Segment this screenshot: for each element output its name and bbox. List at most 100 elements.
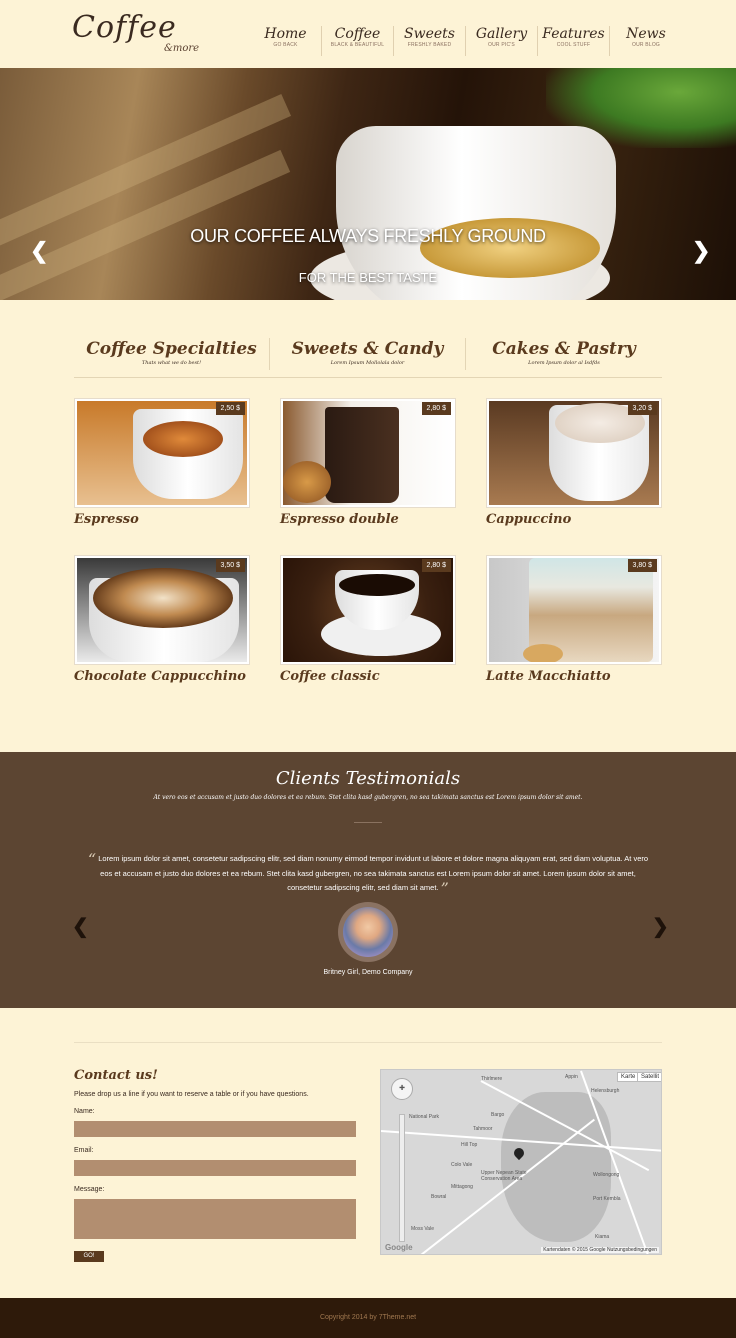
- product-image-frame: 2,80 $: [280, 555, 456, 665]
- nav-subtitle: OUR PIC'S: [488, 42, 515, 48]
- category-tabs: Coffee Specialties Thats what we do best…: [74, 338, 662, 378]
- product-price: 2,80 $: [421, 559, 451, 572]
- map-label: Colo Vale: [451, 1162, 473, 1168]
- product-price: 2,80 $: [421, 402, 451, 415]
- product-card-cappuccino[interactable]: 3,20 $ Cappuccino: [486, 398, 662, 527]
- nav-item-news[interactable]: News OUR BLOG: [610, 26, 682, 56]
- map-label: Appin: [565, 1074, 578, 1080]
- nav-subtitle: GO BACK: [273, 42, 298, 48]
- product-name: Cappuccino: [486, 512, 572, 527]
- avatar: [338, 902, 398, 962]
- product-price: 3,80 $: [627, 559, 657, 572]
- product-image-frame: 3,20 $: [486, 398, 662, 508]
- product-card-espresso-double[interactable]: 2,80 $ Espresso double: [280, 398, 456, 527]
- message-field[interactable]: [74, 1199, 356, 1239]
- product-image: [77, 558, 247, 662]
- testimonial-next-icon[interactable]: ❯: [652, 914, 669, 939]
- submit-button[interactable]: GO!: [74, 1251, 104, 1262]
- testimonial-quote: “ Lorem ipsum dolor sit amet, consetetur…: [84, 850, 652, 898]
- logo-text: Coffee: [72, 10, 177, 45]
- map-type-karte-button[interactable]: Karte: [617, 1072, 640, 1082]
- nav-item-features[interactable]: Features COOL STUFF: [538, 26, 610, 56]
- quote-close-icon: ”: [440, 879, 449, 898]
- hero-title: OUR COFFEE ALWAYS FRESHLY GROUND: [190, 226, 546, 246]
- map-label: Mittagong: [451, 1184, 473, 1190]
- product-price: 3,20 $: [627, 402, 657, 415]
- map-label: Bargo: [491, 1112, 505, 1118]
- category-sweets-candy[interactable]: Sweets & Candy Lorem Ipsum Mollolala dol…: [270, 338, 466, 370]
- site-footer: Copyright 2014 by 7Theme.net: [0, 1298, 736, 1338]
- map-label: Hill Top: [461, 1142, 478, 1148]
- map-label: Helensburgh: [591, 1088, 620, 1094]
- nav-item-gallery[interactable]: Gallery OUR PIC'S: [466, 26, 538, 56]
- footer-copyright: Copyright 2014 by 7Theme.net: [319, 1314, 417, 1321]
- map-attribution[interactable]: Kartendaten © 2015 Google Nutzungsbeding…: [541, 1247, 659, 1253]
- nav-item-sweets[interactable]: Sweets FRESHLY BAKED: [394, 26, 466, 56]
- location-map[interactable]: ✚ Karte Satellit Thirlmere Appin Helensb…: [380, 1069, 662, 1255]
- map-label: Kiama: [595, 1234, 610, 1240]
- product-card-latte-macchiatto[interactable]: 3,80 $ Latte Macchiatto: [486, 555, 662, 684]
- email-label: Email:: [74, 1147, 94, 1154]
- testimonials-section: Clients Testimonials At vero eos et accu…: [0, 752, 736, 1008]
- map-zoom-slider[interactable]: [399, 1114, 405, 1242]
- testimonial-text: Lorem ipsum dolor sit amet, consetetur s…: [98, 854, 649, 892]
- product-name: Latte Macchiatto: [486, 669, 611, 684]
- hero-slider: OUR COFFEE ALWAYS FRESHLY GROUND FOR THE…: [0, 68, 736, 300]
- product-image: [283, 401, 453, 505]
- section-divider: [74, 1042, 662, 1043]
- name-label: Name:: [74, 1108, 95, 1115]
- main-nav: Home GO BACK Coffee BLACK & BEAUTIFUL Sw…: [250, 26, 682, 56]
- map-park-area: [501, 1092, 611, 1242]
- name-field[interactable]: [74, 1121, 356, 1137]
- category-subtitle: Lorem Ipsum Mollolala dolor: [330, 360, 405, 366]
- hero-prev-icon[interactable]: ❮: [30, 240, 48, 262]
- logo-subtext: &more: [164, 43, 200, 54]
- testimonials-subtitle: At vero eos et accusam et justo duo dolo…: [153, 794, 583, 801]
- product-image: [77, 401, 247, 505]
- category-coffee-specialties[interactable]: Coffee Specialties Thats what we do best…: [74, 338, 270, 370]
- contact-form: Contact us! Please drop us a line if you…: [74, 1068, 356, 1262]
- nav-item-coffee[interactable]: Coffee BLACK & BEAUTIFUL: [322, 26, 394, 56]
- logo[interactable]: Coffee &more: [72, 10, 202, 58]
- testimonials-title: Clients Testimonials: [275, 768, 461, 789]
- map-label: Moss Vale: [411, 1226, 434, 1232]
- nav-subtitle: COOL STUFF: [556, 42, 591, 48]
- product-name: Chocolate Cappucchino: [74, 669, 246, 684]
- nav-title: Coffee: [334, 26, 381, 42]
- map-label: Wollongong: [593, 1172, 620, 1178]
- product-card-chocolate-cappucchino[interactable]: 3,50 $ Chocolate Cappucchino: [74, 555, 250, 684]
- map-label: Thirlmere: [481, 1076, 503, 1082]
- map-label: Tahmoor: [473, 1126, 493, 1132]
- testimonial-prev-icon[interactable]: ❮: [72, 914, 89, 939]
- nav-title: Sweets: [404, 26, 455, 42]
- product-image: [283, 558, 453, 662]
- map-type-satellite-button[interactable]: Satellit: [637, 1072, 661, 1082]
- quote-open-icon: “: [87, 850, 97, 869]
- product-card-coffee-classic[interactable]: 2,80 $ Coffee classic: [280, 555, 456, 684]
- contact-title: Contact us!: [74, 1068, 158, 1083]
- hero-next-icon[interactable]: ❯: [692, 240, 710, 262]
- product-price: 3,50 $: [215, 559, 245, 572]
- product-image: [489, 401, 659, 505]
- nav-subtitle: OUR BLOG: [632, 42, 660, 48]
- nav-item-home[interactable]: Home GO BACK: [250, 26, 322, 56]
- product-image: [489, 558, 659, 662]
- product-name: Espresso: [74, 512, 139, 527]
- map-label: Port Kembla: [593, 1196, 621, 1202]
- map-label: National Park: [409, 1114, 440, 1120]
- product-price: 2,50 $: [215, 402, 245, 415]
- product-card-espresso[interactable]: 2,50 $ Espresso: [74, 398, 250, 527]
- product-image-frame: 2,50 $: [74, 398, 250, 508]
- testimonials-divider: [354, 822, 382, 823]
- map-pan-control[interactable]: ✚: [391, 1078, 413, 1100]
- category-title: Coffee Specialties: [86, 339, 257, 359]
- nav-title: Gallery: [475, 26, 528, 42]
- email-field[interactable]: [74, 1160, 356, 1176]
- category-cakes-pastry[interactable]: Cakes & Pastry Lorem Ipsum dolor al Isdf…: [466, 338, 662, 370]
- message-label: Message:: [74, 1186, 105, 1193]
- nav-title: Home: [264, 26, 307, 42]
- nav-subtitle: FRESHLY BAKED: [407, 42, 452, 48]
- category-subtitle: Lorem Ipsum dolor al Isdfds: [528, 360, 600, 366]
- category-subtitle: Thats what we do best!: [141, 360, 202, 366]
- category-title: Cakes & Pastry: [492, 339, 636, 359]
